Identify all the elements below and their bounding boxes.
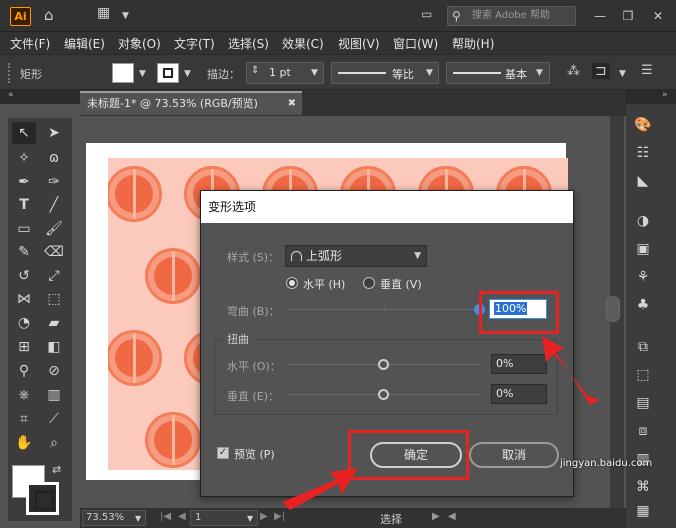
annotation-arrow-ok [282,468,358,510]
annotation-arrow-bend [542,336,600,405]
annotation-arrows [282,336,600,510]
watermark: jingyan.baidu.com [560,458,653,469]
